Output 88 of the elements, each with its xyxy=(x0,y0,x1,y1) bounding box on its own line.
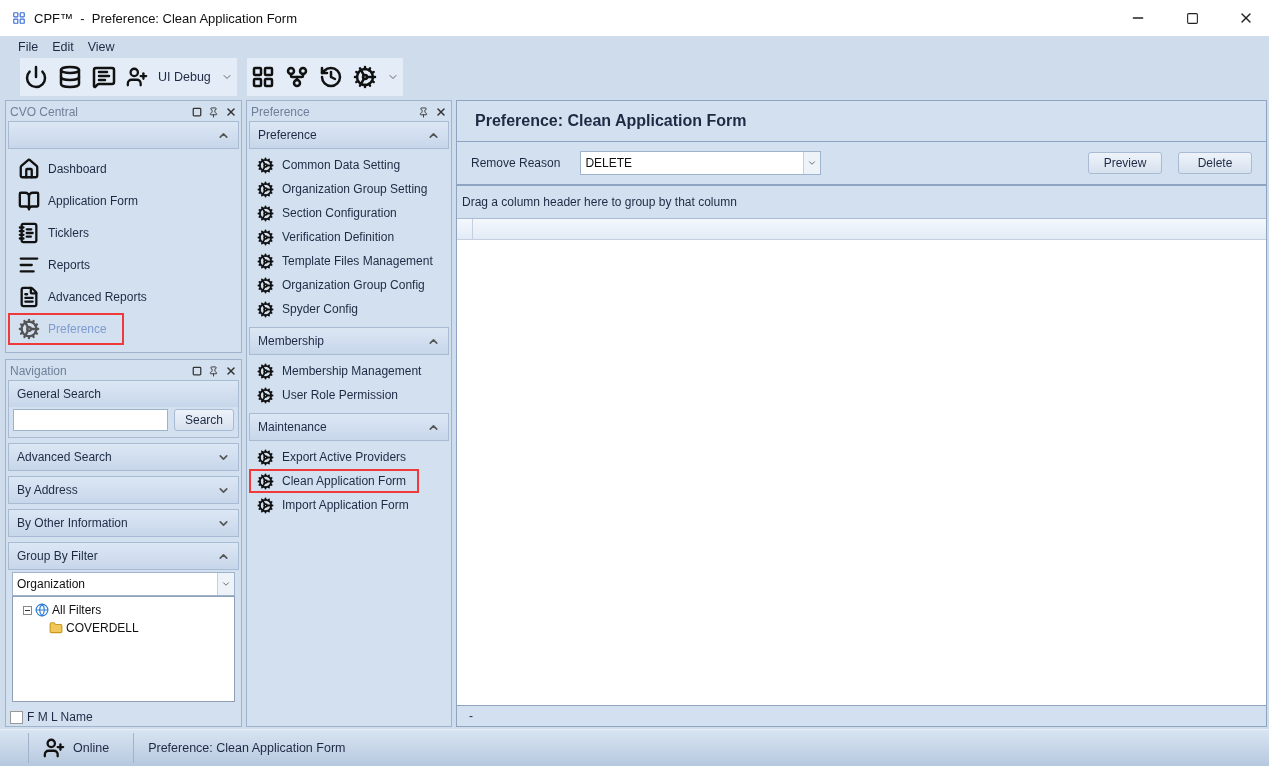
folder-icon xyxy=(49,621,63,635)
add-user-icon xyxy=(126,66,148,88)
preference-item[interactable]: Template Files Management xyxy=(249,249,449,273)
pin-icon[interactable] xyxy=(208,106,219,118)
accordion-header[interactable]: By Other Information xyxy=(8,509,239,537)
gear-icon xyxy=(257,204,274,222)
close-icon[interactable] xyxy=(225,365,237,377)
power-icon xyxy=(24,65,48,89)
gear-icon xyxy=(257,300,274,318)
action-button[interactable]: Delete xyxy=(1178,152,1252,174)
history-icon xyxy=(318,65,343,89)
maximize-icon[interactable] xyxy=(192,107,202,117)
gear-icon xyxy=(257,156,274,174)
checkbox[interactable] xyxy=(10,710,23,724)
search-field[interactable] xyxy=(13,409,168,431)
reason-dropdown[interactable]: DELETE xyxy=(580,151,822,175)
open-book-icon xyxy=(18,190,40,212)
section-title: General Search xyxy=(17,387,102,401)
tree-toggle-icon[interactable] xyxy=(23,605,32,615)
database-icon xyxy=(58,65,82,89)
gear-icon xyxy=(257,180,274,198)
menu-item[interactable]: File xyxy=(18,40,39,54)
add-user-icon xyxy=(43,737,65,759)
globe-icon xyxy=(35,603,49,617)
nav-item[interactable]: Dashboard xyxy=(8,153,239,185)
accordion-header[interactable]: Advanced Search xyxy=(8,443,239,471)
nav-item[interactable]: Reports xyxy=(8,249,239,281)
user-label[interactable]: UI Debug xyxy=(158,70,211,84)
caret-icon[interactable] xyxy=(221,579,231,589)
close-icon[interactable] xyxy=(225,106,237,118)
panel-title: Preference xyxy=(251,105,311,119)
window-title: CPF™ - Preference: Clean Application Form xyxy=(34,10,298,26)
preference-item[interactable]: Verification Definition xyxy=(249,225,449,249)
search-button[interactable]: Search xyxy=(173,409,234,431)
maximize-icon[interactable] xyxy=(192,366,202,376)
gear-icon xyxy=(257,252,274,270)
nav-item[interactable]: Application Form xyxy=(8,185,239,217)
gear-icon xyxy=(257,228,274,246)
grid-footer-text: - xyxy=(468,708,474,725)
preference-item[interactable]: Organization Group Config xyxy=(249,273,449,297)
tree-item[interactable]: COVERDELL xyxy=(66,621,139,635)
preference-item[interactable]: Export Active Providers xyxy=(249,445,449,469)
action-button[interactable]: Preview xyxy=(1088,152,1162,174)
maximize-icon[interactable] xyxy=(1185,11,1199,25)
caret-icon[interactable] xyxy=(807,158,818,168)
close-icon[interactable] xyxy=(435,106,447,118)
checkbox-label: F M L Name xyxy=(27,710,93,724)
pin-icon[interactable] xyxy=(418,106,429,118)
accordion-header[interactable]: Preference xyxy=(249,121,449,149)
field-label: Remove Reason xyxy=(471,156,561,170)
document-icon xyxy=(18,286,40,308)
gear-icon xyxy=(257,386,274,404)
house-icon xyxy=(18,158,40,180)
gear-icon xyxy=(257,472,274,490)
group-by-hint: Drag a column header here to group by that column xyxy=(461,194,738,211)
accordion-header[interactable]: Membership xyxy=(249,327,449,355)
menu-item[interactable]: Edit xyxy=(52,40,74,54)
panel-title: Navigation xyxy=(10,364,68,378)
tree-item[interactable]: All Filters xyxy=(52,603,102,617)
preference-item[interactable]: Spyder Config xyxy=(249,297,449,321)
preference-item[interactable]: Membership Management xyxy=(249,359,449,383)
nav-item[interactable]: Advanced Reports xyxy=(8,281,239,313)
gear-icon xyxy=(257,448,274,466)
text-lines-icon xyxy=(18,254,40,276)
app-logo-icon xyxy=(12,11,26,25)
pin-icon[interactable] xyxy=(208,365,219,377)
accordion-header[interactable]: By Address xyxy=(8,476,239,504)
preference-item[interactable]: Common Data Setting xyxy=(249,153,449,177)
gear-icon xyxy=(257,496,274,514)
preference-item[interactable]: Section Configuration xyxy=(249,201,449,225)
gear-icon xyxy=(257,276,274,294)
menu-item[interactable]: View xyxy=(87,40,115,54)
grid-icon xyxy=(250,65,275,89)
accordion-header[interactable]: Maintenance xyxy=(249,413,449,441)
nav-item[interactable]: Ticklers xyxy=(8,217,239,249)
page-title: Preference: Clean Application Form xyxy=(457,101,1266,142)
status-text: Online xyxy=(73,741,110,755)
preference-item[interactable]: Organization Group Setting xyxy=(249,177,449,201)
preference-item[interactable]: User Role Permission xyxy=(249,383,449,407)
gear-icon xyxy=(257,362,274,380)
panel-title: CVO Central xyxy=(10,105,80,119)
filter-dropdown[interactable]: Organization xyxy=(12,572,235,596)
status-document: Preference: Clean Application Form xyxy=(148,741,346,755)
accordion-header[interactable]: Group By Filter xyxy=(8,542,239,570)
message-icon xyxy=(92,65,116,89)
preference-item[interactable]: Clean Application Form xyxy=(249,469,419,493)
preference-item[interactable]: Import Application Form xyxy=(249,493,449,517)
fork-icon xyxy=(284,65,309,89)
